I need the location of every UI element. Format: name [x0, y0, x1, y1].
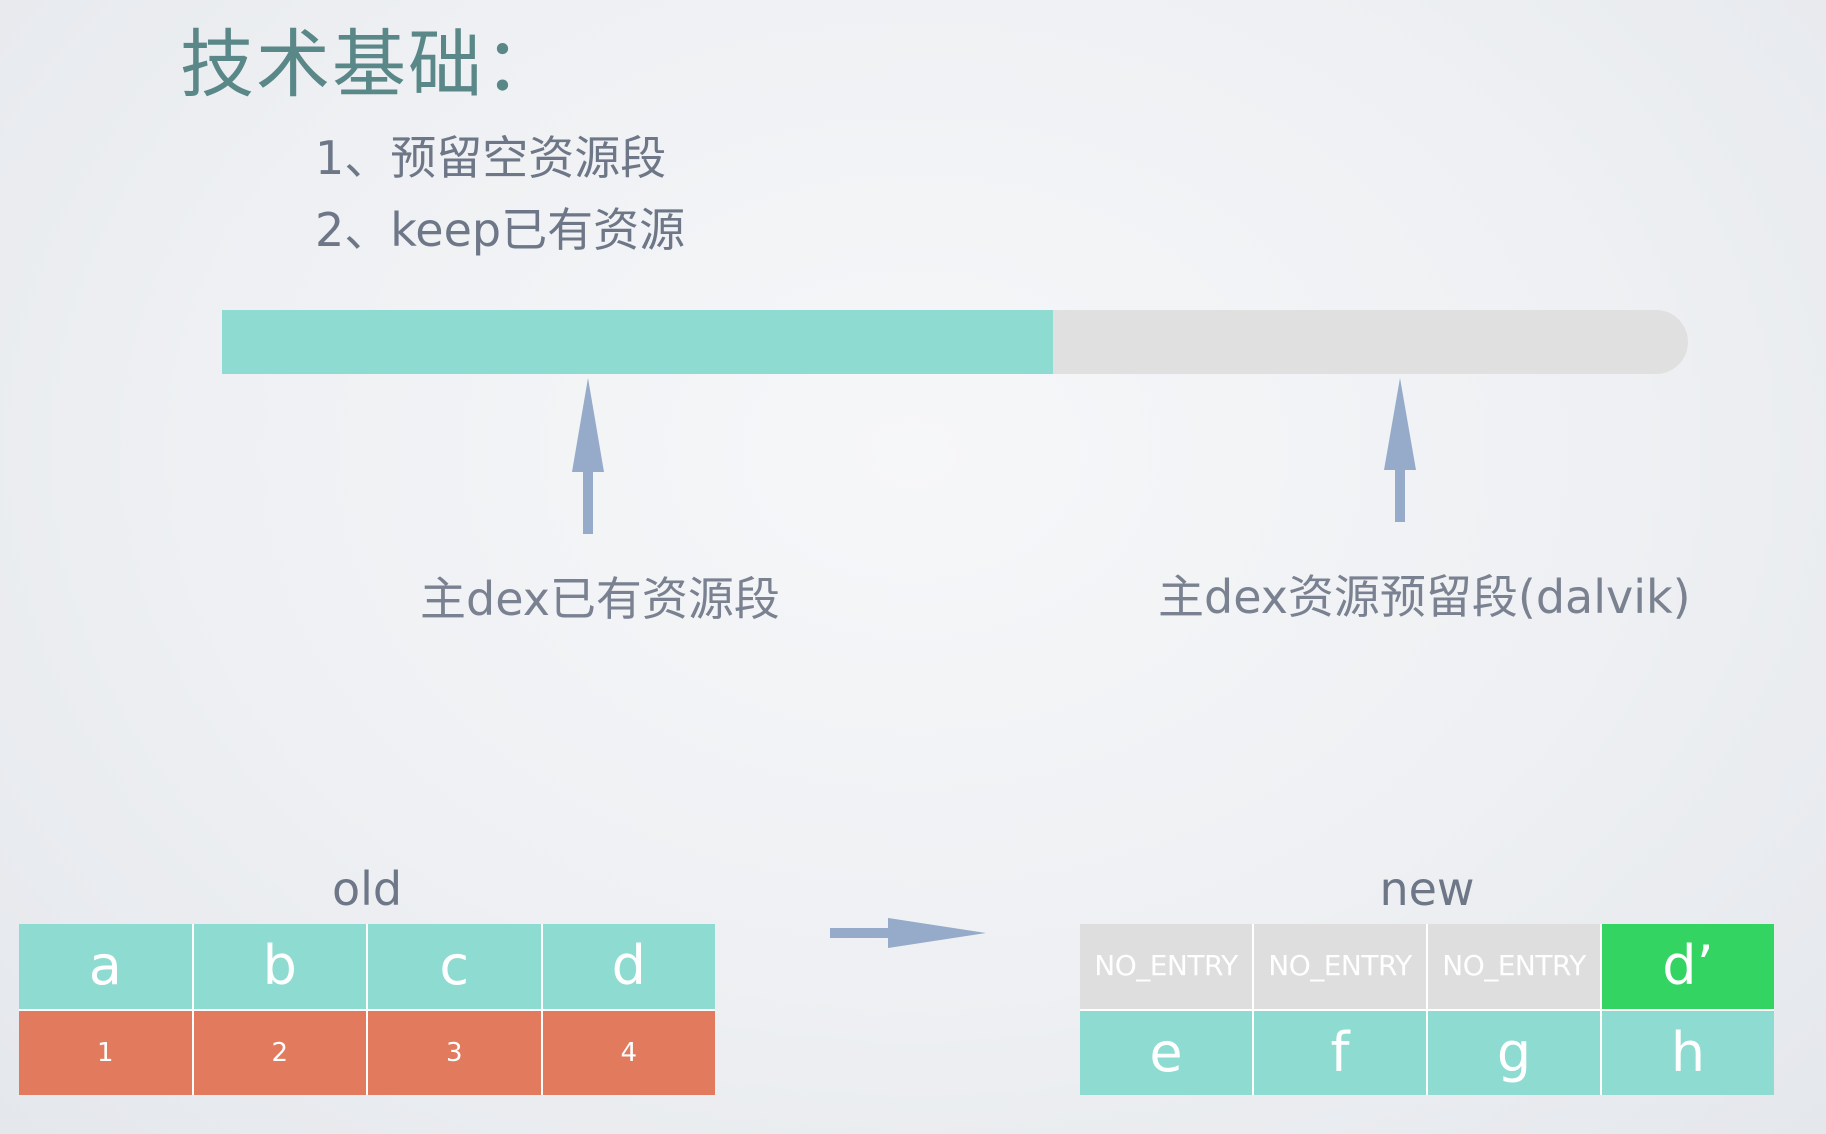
caption-existing-segment: 主dex已有资源段 — [420, 572, 780, 626]
existing-resource-segment — [222, 310, 1054, 374]
caption-reserved-segment: 主dex资源预留段(dalvik) — [1158, 570, 1691, 624]
resource-segment-bar — [222, 310, 1688, 374]
slide-title: 技术基础： — [180, 22, 560, 108]
new-table-updated-cell: d’ — [1602, 924, 1774, 1009]
old-table: a b c d 1 2 3 4 — [19, 924, 715, 1095]
bullet-item-2: 2、keep已有资源 — [315, 203, 686, 257]
new-table-cell: h — [1602, 1010, 1774, 1095]
new-table-cell: e — [1080, 1010, 1252, 1095]
old-table-cell: d — [542, 924, 715, 1009]
old-table-label: old — [331, 862, 403, 916]
up-arrow-left-icon — [572, 378, 604, 534]
new-table-empty-cell: NO_ENTRY — [1428, 924, 1600, 1009]
old-table-index-cell: 2 — [193, 1010, 366, 1095]
right-arrow-icon — [830, 918, 986, 948]
old-table-cell: a — [19, 924, 192, 1009]
new-table: NO_ENTRY NO_ENTRY NO_ENTRY d’ e f g h — [1080, 924, 1774, 1095]
new-table-cell: g — [1428, 1010, 1600, 1095]
up-arrow-right-icon — [1384, 378, 1416, 522]
bullet-item-1: 1、预留空资源段 — [315, 131, 667, 185]
old-table-cell: c — [368, 924, 541, 1009]
old-table-cell: b — [193, 924, 366, 1009]
old-table-index-cell: 1 — [19, 1010, 192, 1095]
old-table-index-cell: 3 — [368, 1010, 541, 1095]
old-table-index-cell: 4 — [542, 1010, 715, 1095]
new-table-cell: f — [1254, 1010, 1426, 1095]
new-table-label: new — [1379, 862, 1475, 916]
new-table-empty-cell: NO_ENTRY — [1254, 924, 1426, 1009]
new-table-empty-cell: NO_ENTRY — [1080, 924, 1252, 1009]
